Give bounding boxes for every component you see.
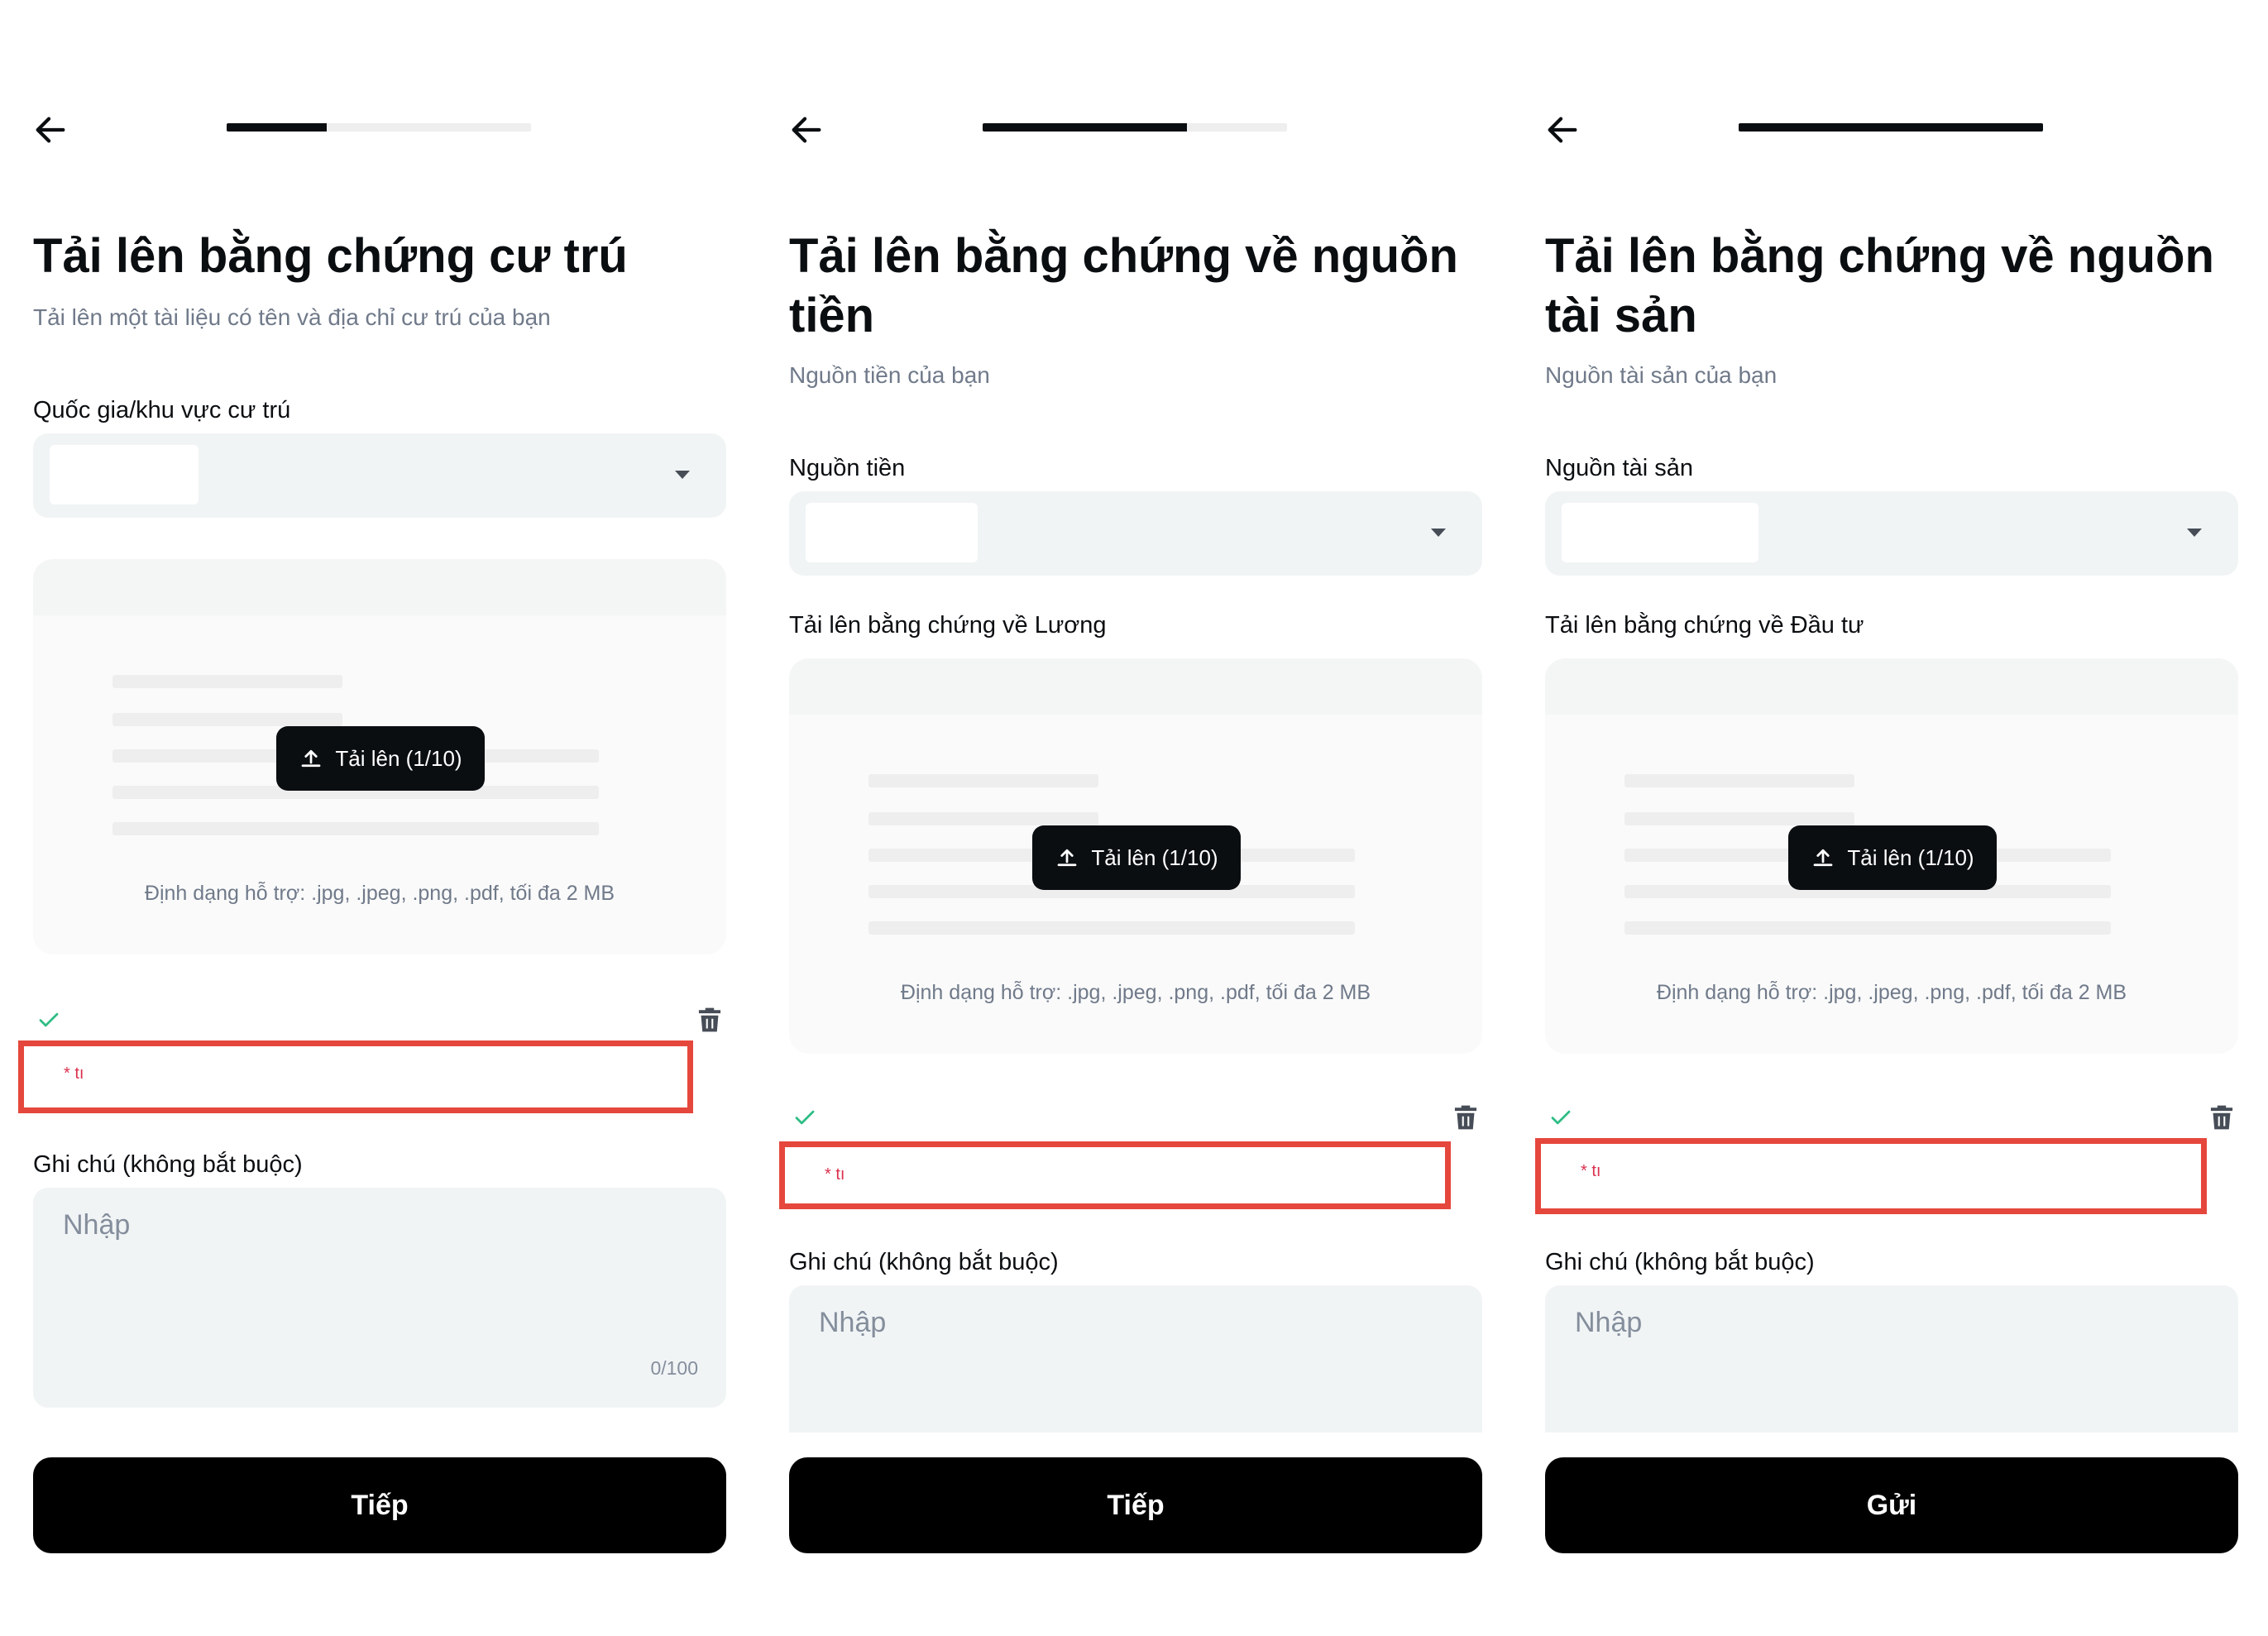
country-select-value xyxy=(50,445,199,505)
back-button[interactable] xyxy=(1543,111,1581,149)
trash-icon xyxy=(698,1007,721,1032)
placeholder-line xyxy=(1624,812,1854,825)
arrow-left-icon xyxy=(36,117,65,143)
country-select[interactable] xyxy=(33,433,726,518)
page-subtitle: Nguồn tiền của bạn xyxy=(789,362,990,388)
notes-char-counter: 0/100 xyxy=(650,1357,698,1379)
supported-formats-hint: Định dạng hỗ trợ: .jpg, .jpeg, .png, .pd… xyxy=(144,882,615,905)
dropzone-header-strip xyxy=(1545,658,2238,715)
upload-button[interactable]: Tải lên (1/10) xyxy=(1788,825,1997,890)
step-progress-fill xyxy=(227,123,328,132)
upload-icon xyxy=(302,749,321,768)
wealth-source-select-value xyxy=(1562,503,1758,562)
delete-file-button[interactable] xyxy=(1452,1103,1479,1131)
check-icon xyxy=(36,1007,61,1032)
notes-textarea: 0/100 xyxy=(33,1188,726,1408)
file-name-text: * tı xyxy=(825,1165,845,1184)
placeholder-line xyxy=(868,921,1355,935)
upload-section-label: Tải lên bằng chứng về Lương xyxy=(789,612,1107,639)
uploaded-file-name: * tı xyxy=(779,1141,1451,1209)
file-name-text: * tı xyxy=(64,1064,84,1083)
source-of-wealth-screen: Tải lên bằng chứng về nguồn tài sản Nguồ… xyxy=(1512,0,2268,1636)
notes-input[interactable] xyxy=(819,1304,1431,1342)
upload-icon xyxy=(1814,849,1833,867)
funds-source-select-value xyxy=(806,503,978,562)
supported-formats-hint: Định dạng hỗ trợ: .jpg, .jpeg, .png, .pd… xyxy=(900,981,1371,1004)
notes-textarea xyxy=(1545,1285,2238,1433)
upload-section-label: Tải lên bằng chứng về Đầu tư xyxy=(1545,612,1864,639)
caret-down-icon xyxy=(675,471,690,479)
upload-dropzone[interactable]: Tải lên (1/10) Định dạng hỗ trợ: .jpg, .… xyxy=(33,559,726,954)
notes-textarea xyxy=(789,1285,1482,1433)
placeholder-line xyxy=(1624,921,2111,935)
upload-icon xyxy=(1058,849,1077,867)
step-progress-bar xyxy=(227,123,531,132)
upload-dropzone[interactable]: Tải lên (1/10) Định dạng hỗ trợ: .jpg, .… xyxy=(1545,658,2238,1054)
back-button[interactable] xyxy=(31,111,69,149)
next-button[interactable]: Tiếp xyxy=(33,1457,726,1553)
arrow-left-icon xyxy=(1548,117,1577,143)
notes-label: Ghi chú (không bắt buộc) xyxy=(789,1249,1059,1275)
submit-button[interactable]: Gửi xyxy=(1545,1457,2238,1553)
trash-icon xyxy=(1454,1105,1477,1130)
wealth-source-select-label: Nguồn tài sản xyxy=(1545,455,1693,481)
supported-formats-hint: Định dạng hỗ trợ: .jpg, .jpeg, .png, .pd… xyxy=(1656,981,2127,1004)
trash-icon xyxy=(2210,1105,2233,1130)
upload-button-label: Tải lên (1/10) xyxy=(1091,844,1218,870)
check-icon xyxy=(792,1105,817,1130)
funds-source-select-label: Nguồn tiền xyxy=(789,455,906,481)
arrow-left-icon xyxy=(792,117,821,143)
page-title: Tải lên bằng chứng về nguồn tiền xyxy=(789,229,1458,342)
upload-dropzone[interactable]: Tải lên (1/10) Định dạng hỗ trợ: .jpg, .… xyxy=(789,658,1482,1054)
notes-label: Ghi chú (không bắt buộc) xyxy=(33,1151,303,1178)
back-button[interactable] xyxy=(787,111,825,149)
step-progress-bar xyxy=(1739,123,2043,132)
page-title: Tải lên bằng chứng cư trú xyxy=(33,229,628,283)
page-title: Tải lên bằng chứng về nguồn tài sản xyxy=(1545,229,2214,342)
caret-down-icon xyxy=(2187,529,2202,537)
placeholder-line xyxy=(868,774,1098,787)
placeholder-line xyxy=(1624,774,1854,787)
step-progress-fill xyxy=(1739,123,2043,132)
check-icon xyxy=(1548,1105,1573,1130)
next-button[interactable]: Tiếp xyxy=(789,1457,1482,1553)
step-progress-fill xyxy=(983,123,1187,132)
upload-button-label: Tải lên (1/10) xyxy=(335,745,462,771)
placeholder-line xyxy=(112,713,342,726)
caret-down-icon xyxy=(1431,529,1446,537)
page-subtitle: Nguồn tài sản của bạn xyxy=(1545,362,1778,388)
notes-input[interactable] xyxy=(1575,1304,2187,1342)
country-select-label: Quốc gia/khu vực cư trú xyxy=(33,397,291,423)
placeholder-line xyxy=(868,812,1098,825)
uploaded-file-name: * tı xyxy=(18,1040,693,1113)
placeholder-line xyxy=(112,675,342,688)
delete-file-button[interactable] xyxy=(2208,1103,2235,1131)
source-of-funds-screen: Tải lên bằng chứng về nguồn tiền Nguồn t… xyxy=(756,0,1512,1636)
notes-label: Ghi chú (không bắt buộc) xyxy=(1545,1249,1815,1275)
uploaded-file-name: * tı xyxy=(1535,1138,2207,1214)
placeholder-line xyxy=(112,822,599,835)
dropzone-header-strip xyxy=(33,559,726,615)
funds-source-select[interactable] xyxy=(789,491,1482,576)
file-name-text: * tı xyxy=(1581,1162,1601,1180)
wealth-source-select[interactable] xyxy=(1545,491,2238,576)
step-progress-bar xyxy=(983,123,1287,132)
page-subtitle: Tải lên một tài liệu có tên và địa chỉ c… xyxy=(33,304,551,330)
residence-proof-screen: Tải lên bằng chứng cư trú Tải lên một tà… xyxy=(0,0,756,1636)
upload-button-label: Tải lên (1/10) xyxy=(1847,844,1974,870)
notes-input[interactable] xyxy=(63,1206,675,1244)
upload-button[interactable]: Tải lên (1/10) xyxy=(276,726,485,791)
upload-button[interactable]: Tải lên (1/10) xyxy=(1032,825,1241,890)
delete-file-button[interactable] xyxy=(696,1006,723,1034)
dropzone-header-strip xyxy=(789,658,1482,715)
